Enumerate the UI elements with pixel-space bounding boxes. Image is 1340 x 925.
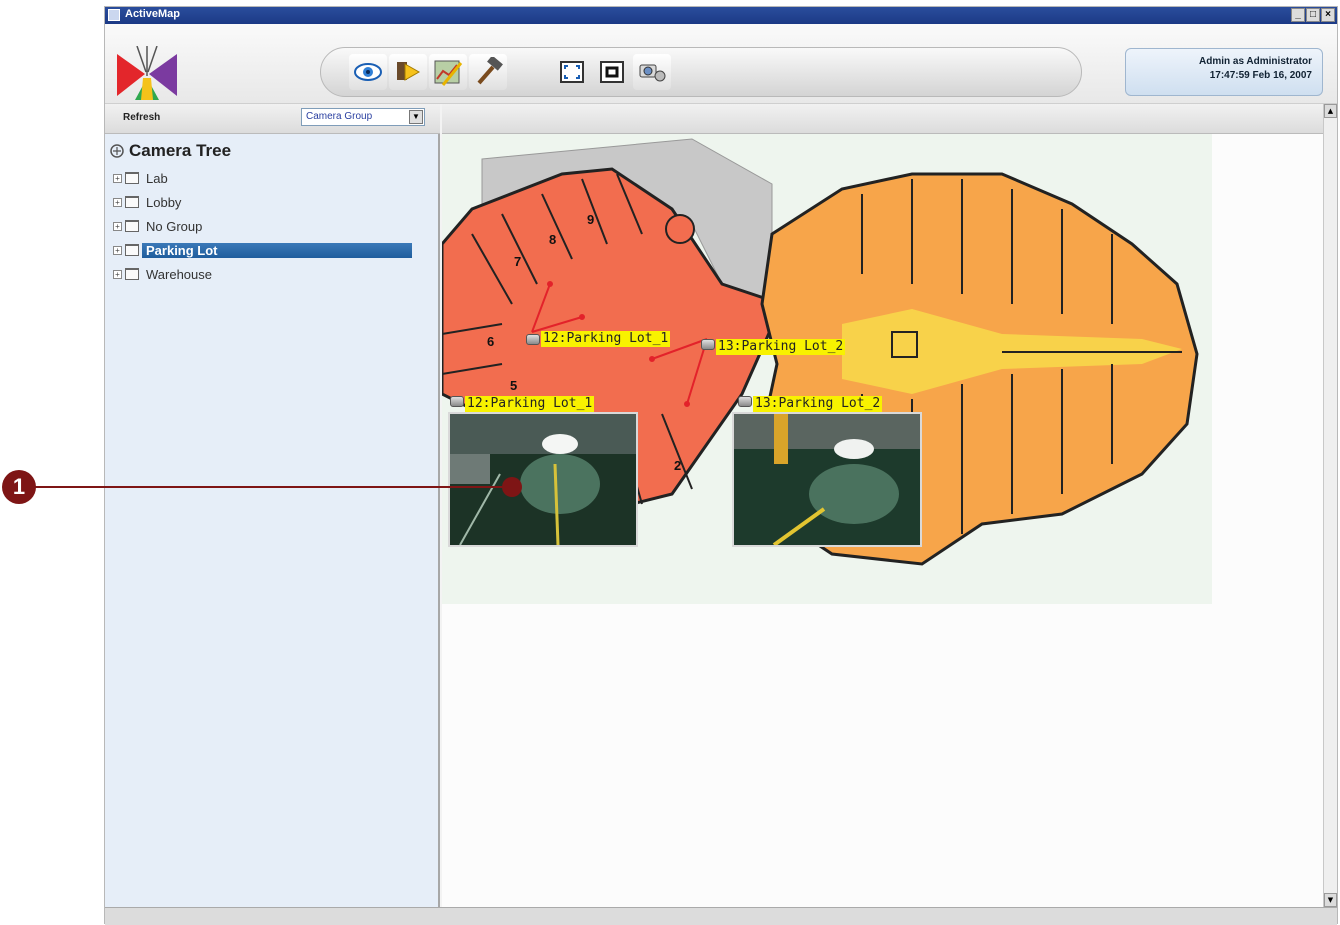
camera-label[interactable]: 12:Parking Lot_1 <box>465 396 595 412</box>
callout-dot <box>502 477 522 497</box>
current-datetime: 17:47:59 Feb 16, 2007 <box>1209 70 1312 81</box>
refresh-button[interactable]: Refresh <box>123 112 160 123</box>
map-toolbar <box>442 104 1323 134</box>
tree-item-no-group[interactable]: + No Group <box>113 217 206 235</box>
tool-map-edit[interactable] <box>429 54 467 90</box>
group-folder-icon <box>125 244 139 256</box>
user-status: Admin as Administrator 17:47:59 Feb 16, … <box>1125 48 1323 96</box>
rotate-icon <box>600 61 624 83</box>
space-number: 5 <box>510 378 517 393</box>
camera-label[interactable]: 12:Parking Lot_1 <box>541 331 671 347</box>
hammer-icon <box>477 57 503 85</box>
window-title: ActiveMap <box>125 8 181 20</box>
tool-settings[interactable] <box>469 54 507 90</box>
tree-item-label: Lab <box>146 170 168 186</box>
expand-icon[interactable]: + <box>113 173 122 183</box>
tree-title: Camera Tree <box>109 141 231 161</box>
camera-icon[interactable] <box>738 396 752 407</box>
header: Admin as Administrator 17:47:59 Feb 16, … <box>105 24 1337 104</box>
eye-icon <box>354 63 382 81</box>
expand-icon[interactable]: + <box>113 197 122 207</box>
tree-item-label: No Group <box>146 218 203 234</box>
camera-label[interactable]: 13:Parking Lot_2 <box>716 339 846 355</box>
tool-camera-settings[interactable] <box>633 54 671 90</box>
tree-toolbar: Refresh Camera Group ▼ <box>105 104 440 134</box>
scroll-up-button[interactable]: ▲ <box>1324 104 1337 118</box>
app-icon <box>108 9 120 21</box>
video-frame <box>450 414 636 545</box>
tree-item-label: Warehouse <box>146 266 212 282</box>
camera-arrow-icon <box>397 62 421 81</box>
expand-icon[interactable]: + <box>113 269 122 279</box>
group-folder-icon <box>125 220 139 232</box>
space-number: 7 <box>514 254 521 269</box>
expand-icon[interactable]: + <box>113 221 122 231</box>
user-role: Admin as Administrator <box>1199 56 1312 67</box>
scroll-down-button[interactable]: ▼ <box>1324 893 1337 907</box>
app-logo <box>117 46 177 100</box>
tree-item-lab[interactable]: + Lab <box>113 169 172 187</box>
camera-tree-panel: Camera Tree + Lab + Lobby + No Group + P… <box>105 134 440 907</box>
camera-icon[interactable] <box>526 334 540 345</box>
status-bar <box>105 907 1337 925</box>
video-feed-parking-lot-2[interactable] <box>732 412 922 547</box>
callout-number: 1 <box>2 470 36 504</box>
group-folder-icon <box>125 172 139 184</box>
video-feed-parking-lot-1[interactable] <box>448 412 638 547</box>
tree-item-label: Lobby <box>146 194 182 210</box>
main-toolbar <box>320 47 1082 97</box>
close-button[interactable]: × <box>1321 8 1335 22</box>
tree-item-parking-lot[interactable]: + Parking Lot <box>113 241 412 259</box>
space-number: 6 <box>487 334 494 349</box>
callout-line <box>34 486 510 488</box>
window-controls: _ □ × <box>1291 8 1335 22</box>
group-folder-icon <box>125 268 139 280</box>
maximize-button[interactable]: □ <box>1306 8 1320 22</box>
title-bar: ActiveMap _ □ × <box>105 7 1337 24</box>
tool-camera-direction[interactable] <box>389 54 427 90</box>
space-number: 8 <box>549 232 556 247</box>
map-edit-icon <box>434 60 463 86</box>
space-number: 9 <box>587 212 594 227</box>
camera-settings-icon <box>639 64 666 82</box>
camera-icon[interactable] <box>701 339 715 350</box>
tree-root-icon <box>110 144 124 158</box>
tree-title-text: Camera Tree <box>129 141 232 160</box>
space-number: 2 <box>674 458 681 473</box>
fullscreen-icon <box>560 61 584 83</box>
tool-view[interactable] <box>349 54 387 90</box>
minimize-button[interactable]: _ <box>1291 8 1305 22</box>
vertical-scrollbar[interactable]: ▲ ▼ <box>1323 104 1337 907</box>
chevron-down-icon[interactable]: ▼ <box>409 110 423 124</box>
group-select[interactable]: Camera Group ▼ <box>301 108 425 126</box>
expand-icon[interactable]: + <box>113 245 122 255</box>
tree-item-lobby[interactable]: + Lobby <box>113 193 185 211</box>
group-select-value: Camera Group <box>306 111 373 122</box>
tree-item-warehouse[interactable]: + Warehouse <box>113 265 216 283</box>
tool-fullscreen[interactable] <box>553 54 591 90</box>
map-view[interactable]: 7 8 9 6 5 2 12:Parking Lot_1 13:Parking … <box>442 134 1323 907</box>
camera-label[interactable]: 13:Parking Lot_2 <box>753 396 883 412</box>
tool-rotate[interactable] <box>593 54 631 90</box>
camera-icon[interactable] <box>450 396 464 407</box>
video-frame <box>734 414 920 545</box>
activemap-window: ActiveMap _ □ × Admin as Administrator 1… <box>104 6 1338 925</box>
tree-item-label: Parking Lot <box>142 242 412 258</box>
group-folder-icon <box>125 196 139 208</box>
